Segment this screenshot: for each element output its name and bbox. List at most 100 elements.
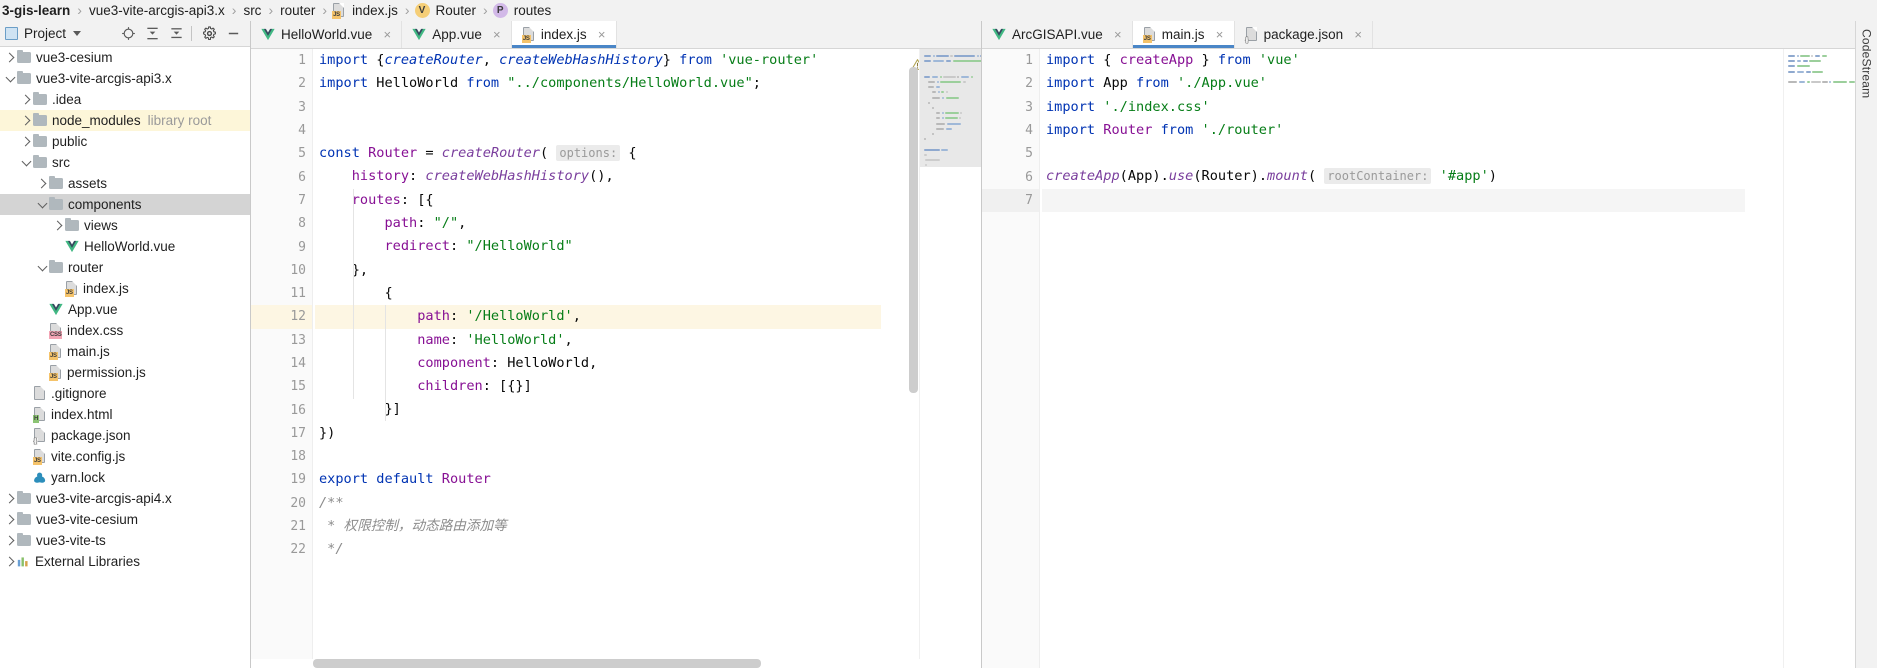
line-number[interactable]: 18 (251, 445, 312, 468)
tree-item-vite-config-js[interactable]: JS vite.config.js (0, 446, 250, 467)
close-tab-icon[interactable]: × (381, 28, 393, 41)
left-editor-tabbar[interactable]: HelloWorld.vue × App.vue × JS index.js × (251, 21, 981, 49)
line-number[interactable]: 3 (251, 96, 312, 119)
tree-expand-toggle[interactable] (20, 110, 33, 131)
code-line[interactable] (1042, 188, 1745, 213)
code-line[interactable] (1042, 142, 1745, 165)
code-line[interactable]: routes: [{ (315, 189, 881, 212)
tree-item-src[interactable]: src (0, 152, 250, 173)
code-line[interactable]: createApp(App).use(Router).mount( rootCo… (1042, 165, 1745, 188)
tree-collapse-toggle[interactable] (36, 257, 49, 278)
tree-item-views[interactable]: views (0, 215, 250, 236)
vertical-scrollbar[interactable] (909, 67, 918, 393)
tree-expand-toggle[interactable] (52, 215, 65, 236)
line-number[interactable]: 4 (251, 119, 312, 142)
line-number[interactable]: 1 (982, 49, 1055, 72)
tree-expand-toggle[interactable] (4, 551, 17, 572)
tree-expand-toggle[interactable] (20, 89, 33, 110)
line-number[interactable]: 22 (251, 538, 328, 561)
line-number[interactable]: 21 (251, 515, 312, 538)
line-number[interactable]: 8 (251, 212, 312, 235)
editor-tab-helloworld-vue[interactable]: HelloWorld.vue × (251, 21, 403, 48)
code-line[interactable]: }, (315, 259, 881, 282)
tree-item-vue3-cesium[interactable]: vue3-cesium (0, 47, 250, 68)
code-line[interactable]: import Router from './router' (1042, 119, 1745, 142)
code-line[interactable]: */ (315, 538, 881, 561)
line-number[interactable]: 20 (251, 492, 328, 515)
tree-collapse-toggle[interactable] (20, 152, 33, 173)
tree-item-yarn-lock[interactable]: yarn.lock (0, 467, 250, 488)
tree-item-vue3-vite-arcgis-api3-x[interactable]: vue3-vite-arcgis-api3.x (0, 68, 250, 89)
code-line[interactable]: history: createWebHashHistory(), (315, 165, 881, 188)
line-number[interactable]: 9 (251, 235, 312, 258)
line-number[interactable]: 14 (251, 352, 312, 375)
line-number[interactable]: 10 (251, 259, 328, 282)
code-line[interactable] (315, 119, 881, 142)
tree-item--gitignore[interactable]: .gitignore (0, 383, 250, 404)
breadcrumb-item-router[interactable]: V Router (414, 2, 479, 18)
code-line[interactable]: /** (315, 492, 881, 515)
editor-tab-index-js[interactable]: JS index.js × (511, 21, 617, 48)
tree-item-components[interactable]: components (0, 194, 250, 215)
close-tab-icon[interactable]: × (1112, 28, 1124, 41)
expand-all-button[interactable] (141, 23, 163, 45)
line-number[interactable]: 6 (251, 165, 312, 188)
tree-item-app-vue[interactable]: App.vue (0, 299, 250, 320)
hide-panel-button[interactable] (222, 23, 244, 45)
tree-item-permission-js[interactable]: JS permission.js (0, 362, 250, 383)
line-number[interactable]: 12 (251, 305, 332, 329)
code-line[interactable]: name: 'HelloWorld', (315, 329, 881, 352)
tree-item-vue3-vite-cesium[interactable]: vue3-vite-cesium (0, 509, 250, 530)
code-line[interactable]: const Router = createRouter( options: { (315, 142, 881, 165)
line-number[interactable]: 15 (251, 375, 312, 398)
tree-item-index-html[interactable]: Hindex.html (0, 404, 250, 425)
code-line[interactable]: redirect: "/HelloWorld" (315, 235, 881, 258)
project-view-selector[interactable]: Project (5, 26, 82, 41)
code-line[interactable]: export default Router (315, 468, 881, 491)
close-tab-icon[interactable]: × (1214, 28, 1226, 41)
line-number[interactable]: 3 (982, 96, 1039, 119)
code-line[interactable]: component: HelloWorld, (315, 352, 881, 375)
line-number[interactable]: 2 (251, 72, 328, 95)
tree-item-vue3-vite-ts[interactable]: vue3-vite-ts (0, 530, 250, 551)
close-tab-icon[interactable]: × (491, 28, 503, 41)
breadcrumb-item-3-gis-learn[interactable]: 3-gis-learn (0, 3, 72, 18)
tree-expand-toggle[interactable] (4, 47, 17, 68)
close-tab-icon[interactable]: × (596, 28, 608, 41)
right-code-minimap[interactable] (1783, 49, 1855, 668)
tree-item-main-js[interactable]: JS main.js (0, 341, 250, 362)
code-line[interactable]: import './index.css' (1042, 96, 1745, 119)
line-number[interactable]: 11 (251, 282, 328, 305)
breadcrumb-item-index-js[interactable]: JS index.js (332, 2, 400, 19)
code-line[interactable]: }] (315, 398, 881, 421)
line-number[interactable]: 7 (982, 188, 1039, 213)
tree-item-router[interactable]: router (0, 257, 250, 278)
collapse-all-button[interactable] (165, 23, 187, 45)
code-line[interactable]: * 权限控制，动态路由添加等 (315, 515, 881, 538)
tree-expand-toggle[interactable] (20, 131, 33, 152)
tree-item-external-libraries[interactable]: External Libraries (0, 551, 250, 572)
editor-tab-main-js[interactable]: JS main.js × (1132, 21, 1235, 48)
tree-collapse-toggle[interactable] (4, 68, 17, 89)
left-line-number-gutter[interactable]: 1 2 3 4 5 6 7 8 9 10 11 12 13 14 15 16 17 18 19 20 21 22 (251, 49, 332, 659)
line-number[interactable]: 4 (982, 119, 1055, 142)
code-line[interactable]: import App from './App.vue' (1042, 72, 1745, 95)
tree-item-index-js[interactable]: JS index.js (0, 278, 250, 299)
code-line[interactable]: import {createRouter, createWebHashHisto… (315, 49, 881, 72)
breadcrumb-item-routes[interactable]: Proutes (492, 2, 554, 18)
tree-expand-toggle[interactable] (36, 173, 49, 194)
code-line[interactable]: }) (315, 422, 881, 445)
tree-item-assets[interactable]: assets (0, 173, 250, 194)
project-file-tree[interactable]: vue3-cesium vue3-vite-arcgis-api3.x .idea n… (0, 47, 250, 668)
editor-tab-app-vue[interactable]: App.vue × (402, 21, 512, 48)
tree-item-node-modules[interactable]: node_modules library root (0, 110, 250, 131)
tree-expand-toggle[interactable] (4, 530, 17, 551)
tree-item-package-json[interactable]: {} package.json (0, 425, 250, 446)
tree-expand-toggle[interactable] (4, 488, 17, 509)
codestream-tool-button[interactable]: CodeStream (1860, 29, 1874, 98)
breadcrumb-item-router[interactable]: router (278, 3, 317, 18)
tree-item--idea[interactable]: .idea (0, 89, 250, 110)
breadcrumb-item-src[interactable]: src (241, 3, 263, 18)
tree-collapse-toggle[interactable] (36, 194, 49, 215)
settings-button[interactable] (198, 23, 220, 45)
